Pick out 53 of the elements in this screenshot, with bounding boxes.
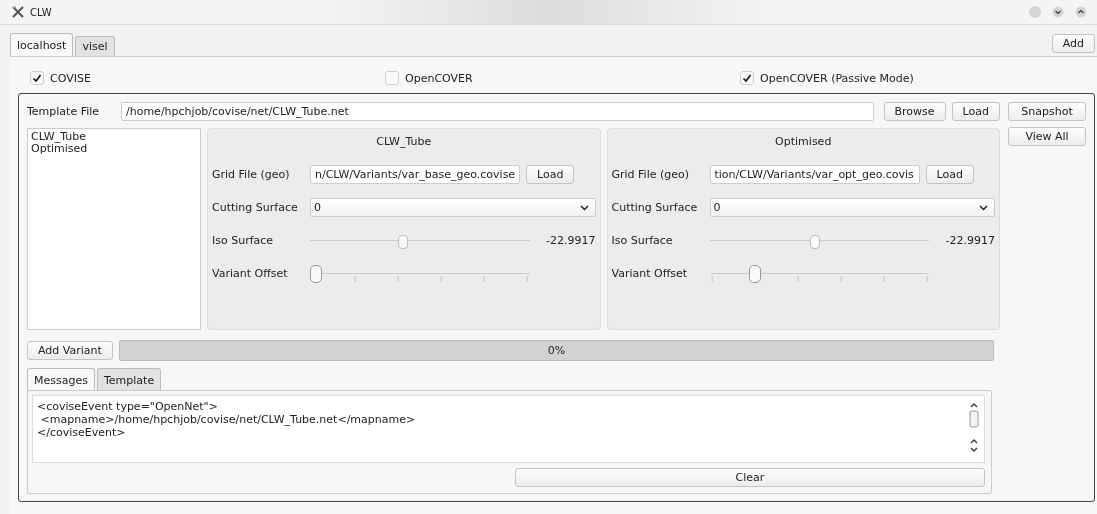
chevron-down-icon[interactable] <box>1052 6 1064 18</box>
slider-value: -22.9917 <box>944 234 995 247</box>
grid-file-field[interactable]: tion/CLW/Variants/var_opt_geo.covis <box>709 165 920 184</box>
progress-text: 0% <box>547 344 566 357</box>
message-line: </coviseEvent> <box>37 426 127 439</box>
slider-thumb[interactable] <box>748 264 761 283</box>
message-line: <mapname>/home/hpchjob/covise/net/CLW_Tube.net</mapname> <box>39 413 417 426</box>
add-variant-button[interactable]: Add Variant <box>27 341 113 360</box>
field-label: Variant Offset <box>212 267 289 280</box>
host-tab[interactable]: localhost <box>10 33 74 56</box>
field-label: Iso Surface <box>611 234 674 247</box>
checkbox[interactable] <box>385 71 399 85</box>
message-line: <coviseEvent type="OpenNet"> <box>37 400 219 413</box>
slider-value: -22.9917 <box>545 234 596 247</box>
checkbox-label: COVISE <box>50 71 91 85</box>
panel-title: CLW_Tube <box>375 134 433 150</box>
load-button[interactable]: Load <box>925 165 974 184</box>
field-label: Grid File (geo) <box>212 168 291 181</box>
panel-title: Optimised <box>774 134 833 150</box>
field-label: Cutting Surface <box>611 201 699 214</box>
checkbox[interactable] <box>740 71 754 85</box>
field-label: Template File <box>27 105 101 118</box>
field-label: Variant Offset <box>611 267 689 280</box>
file-button[interactable]: Browse <box>883 102 946 121</box>
template-file-field[interactable]: /home/hpchjob/covise/net/CLW_Tube.net <box>121 102 874 121</box>
clear-button[interactable]: Clear <box>515 468 985 487</box>
host-tab[interactable]: visel <box>75 36 115 56</box>
slider-thumb[interactable] <box>310 264 322 283</box>
cutting-surface-dropdown[interactable]: 0 <box>310 198 596 217</box>
field-label: Cutting Surface <box>212 201 299 214</box>
view-button[interactable]: Snapshot <box>1008 102 1086 121</box>
field-label: Grid File (geo) <box>611 168 691 181</box>
app-icon <box>12 6 24 18</box>
checkbox-label: OpenCOVER <box>405 71 473 85</box>
slider-thumb[interactable] <box>810 234 821 249</box>
checkbox-label: OpenCOVER (Passive Mode) <box>760 71 914 85</box>
view-button[interactable]: View All <box>1008 127 1086 146</box>
field-label: Iso Surface <box>212 234 275 247</box>
chevron-up-icon[interactable] <box>1075 6 1087 18</box>
chevron-down-icon <box>579 204 589 211</box>
messages-tab[interactable]: Messages <box>27 368 95 391</box>
checkbox[interactable] <box>30 71 44 85</box>
load-button[interactable]: Load <box>526 165 575 184</box>
grid-file-field[interactable]: n/CLW/Variants/var_base_geo.covise <box>310 165 520 184</box>
window-title: CLW <box>30 6 52 18</box>
cutting-surface-dropdown[interactable]: 0 <box>709 198 995 217</box>
slider-thumb[interactable] <box>398 234 408 249</box>
list-item[interactable]: CLW_Tube <box>31 131 197 143</box>
list-item[interactable]: Optimised <box>31 143 197 155</box>
file-button[interactable]: Load <box>951 102 1000 121</box>
chevron-down-icon <box>979 204 988 211</box>
messages-tab[interactable]: Template <box>96 368 162 391</box>
add-button[interactable]: Add <box>1051 34 1095 53</box>
